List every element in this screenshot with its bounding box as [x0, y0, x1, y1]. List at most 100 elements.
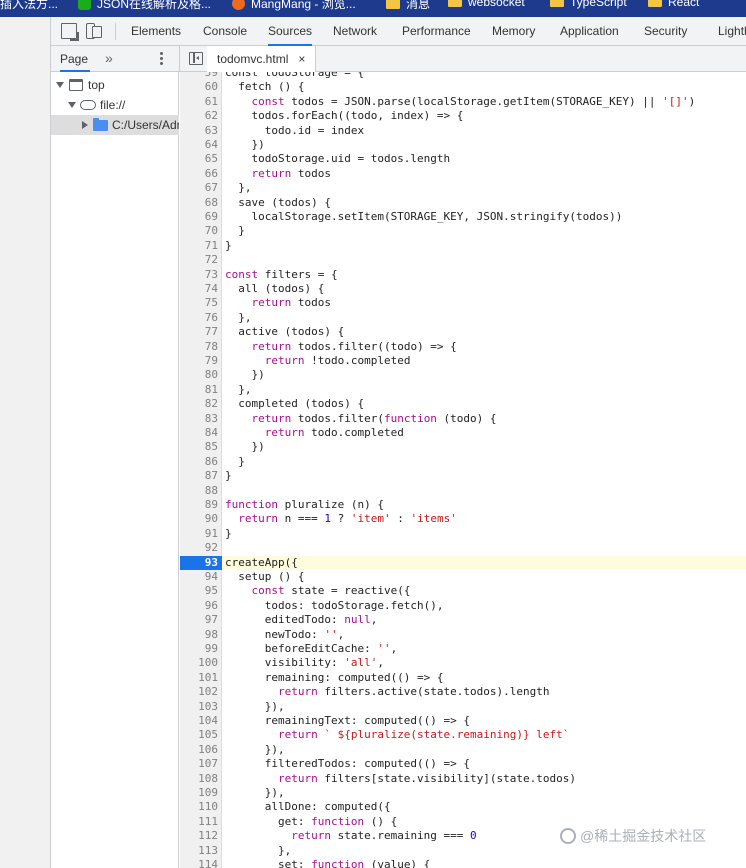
tab-security[interactable]: Security	[644, 17, 687, 46]
line-number[interactable]: 86	[180, 455, 218, 469]
expand-arrow-icon[interactable]	[56, 82, 64, 88]
bookmark-item[interactable]: JSON在线解析及格...	[78, 0, 211, 12]
device-toolbar-icon[interactable]	[86, 23, 102, 39]
bookmark-item[interactable]: 插入法方...	[0, 0, 58, 12]
line-number[interactable]: 62	[180, 109, 218, 123]
tab-network[interactable]: Network	[333, 17, 377, 46]
code-line[interactable]: 60 fetch () {	[180, 80, 746, 94]
code-line[interactable]: 110 allDone: computed({	[180, 800, 746, 814]
code-line[interactable]: 59 const todoStorage = {	[180, 72, 746, 80]
line-number[interactable]: 89	[180, 498, 218, 512]
close-icon[interactable]: ×	[298, 46, 305, 72]
editor-file-tab[interactable]: todomvc.html ×	[207, 46, 317, 72]
line-number[interactable]: 113	[180, 844, 218, 858]
code-line[interactable]: 62 todos.forEach((todo, index) => {	[180, 109, 746, 123]
tree-item-origin[interactable]: file://	[51, 95, 179, 115]
code-line[interactable]: 94 setup () {	[180, 570, 746, 584]
line-number[interactable]: 68	[180, 196, 218, 210]
line-number[interactable]: 65	[180, 152, 218, 166]
code-line[interactable]: 101 remaining: computed(() => {	[180, 671, 746, 685]
line-number[interactable]: 90	[180, 512, 218, 526]
line-number[interactable]: 78	[180, 340, 218, 354]
line-number[interactable]: 106	[180, 743, 218, 757]
code-line[interactable]: 100 visibility: 'all',	[180, 656, 746, 670]
line-number[interactable]: 87	[180, 469, 218, 483]
line-number[interactable]: 99	[180, 642, 218, 656]
code-line[interactable]: 106 }),	[180, 743, 746, 757]
line-number[interactable]: 61	[180, 95, 218, 109]
line-number[interactable]: 103	[180, 700, 218, 714]
code-line[interactable]: 114 set: function (value) {	[180, 858, 746, 868]
code-line[interactable]: 83 return todos.filter(function (todo) {	[180, 412, 746, 426]
code-line[interactable]: 105 return ` ${pluralize(state.remaining…	[180, 728, 746, 742]
code-line[interactable]: 90 return n === 1 ? 'item' : 'items'	[180, 512, 746, 526]
line-number[interactable]: 71	[180, 239, 218, 253]
collapse-arrow-icon[interactable]	[82, 121, 88, 129]
code-line[interactable]: 86 }	[180, 455, 746, 469]
code-line[interactable]: 109 }),	[180, 786, 746, 800]
code-line[interactable]: 74 all (todos) {	[180, 282, 746, 296]
code-line[interactable]: 92	[180, 541, 746, 555]
code-line[interactable]: 88	[180, 484, 746, 498]
code-line[interactable]: 79 return !todo.completed	[180, 354, 746, 368]
line-number[interactable]: 110	[180, 800, 218, 814]
code-line[interactable]: 96 todos: todoStorage.fetch(),	[180, 599, 746, 613]
line-number[interactable]: 108	[180, 772, 218, 786]
line-number[interactable]: 63	[180, 124, 218, 138]
line-number[interactable]: 102	[180, 685, 218, 699]
code-line[interactable]: 93 createApp({	[180, 555, 746, 570]
code-line[interactable]: 78 return todos.filter((todo) => {	[180, 340, 746, 354]
code-line[interactable]: 65 todoStorage.uid = todos.length	[180, 152, 746, 166]
line-number[interactable]: 109	[180, 786, 218, 800]
tab-application[interactable]: Application	[560, 17, 619, 46]
line-number[interactable]: 79	[180, 354, 218, 368]
line-number[interactable]: 93	[180, 555, 222, 570]
line-number[interactable]: 67	[180, 181, 218, 195]
code-line[interactable]: 75 return todos	[180, 296, 746, 310]
code-line[interactable]: 67 },	[180, 181, 746, 195]
line-number[interactable]: 84	[180, 426, 218, 440]
tab-elements[interactable]: Elements	[131, 17, 181, 46]
line-number[interactable]: 66	[180, 167, 218, 181]
code-line[interactable]: 108 return filters[state.visibility](sta…	[180, 772, 746, 786]
navigator-tab-page[interactable]: Page	[60, 46, 91, 72]
code-line[interactable]: 82 completed (todos) {	[180, 397, 746, 411]
more-options-icon[interactable]	[160, 52, 164, 66]
line-number[interactable]: 59	[180, 72, 218, 80]
bookmark-item[interactable]: React	[648, 0, 699, 9]
line-number[interactable]: 94	[180, 570, 218, 584]
code-line[interactable]: 80 })	[180, 368, 746, 382]
bookmark-item[interactable]: websocket	[448, 0, 525, 9]
code-line[interactable]: 68 save (todos) {	[180, 196, 746, 210]
line-number[interactable]: 60	[180, 80, 218, 94]
line-number[interactable]: 95	[180, 584, 218, 598]
line-number[interactable]: 69	[180, 210, 218, 224]
tab-memory[interactable]: Memory	[492, 17, 535, 46]
line-number[interactable]: 111	[180, 815, 218, 829]
line-number[interactable]: 100	[180, 656, 218, 670]
bookmark-item[interactable]: MangMang - 浏览...	[232, 0, 356, 12]
toggle-navigator-icon[interactable]	[189, 52, 203, 65]
line-number[interactable]: 101	[180, 671, 218, 685]
line-number[interactable]: 76	[180, 311, 218, 325]
code-line[interactable]: 84 return todo.completed	[180, 426, 746, 440]
code-line[interactable]: 73 const filters = {	[180, 268, 746, 282]
code-line[interactable]: 87}	[180, 469, 746, 483]
code-line[interactable]: 76 },	[180, 311, 746, 325]
line-number[interactable]: 73	[180, 268, 218, 282]
code-line[interactable]: 98 newTodo: '',	[180, 628, 746, 642]
line-number[interactable]: 92	[180, 541, 218, 555]
code-line[interactable]: 103 }),	[180, 700, 746, 714]
bookmark-item[interactable]: TypeScript	[550, 0, 627, 9]
line-number[interactable]: 107	[180, 757, 218, 771]
line-number[interactable]: 82	[180, 397, 218, 411]
code-line[interactable]: 69 localStorage.setItem(STORAGE_KEY, JSO…	[180, 210, 746, 224]
code-line[interactable]: 107 filteredTodos: computed(() => {	[180, 757, 746, 771]
code-line[interactable]: 77 active (todos) {	[180, 325, 746, 339]
line-number[interactable]: 77	[180, 325, 218, 339]
line-number[interactable]: 64	[180, 138, 218, 152]
code-line[interactable]: 85 })	[180, 440, 746, 454]
line-number[interactable]: 97	[180, 613, 218, 627]
line-number[interactable]: 96	[180, 599, 218, 613]
line-number[interactable]: 81	[180, 383, 218, 397]
